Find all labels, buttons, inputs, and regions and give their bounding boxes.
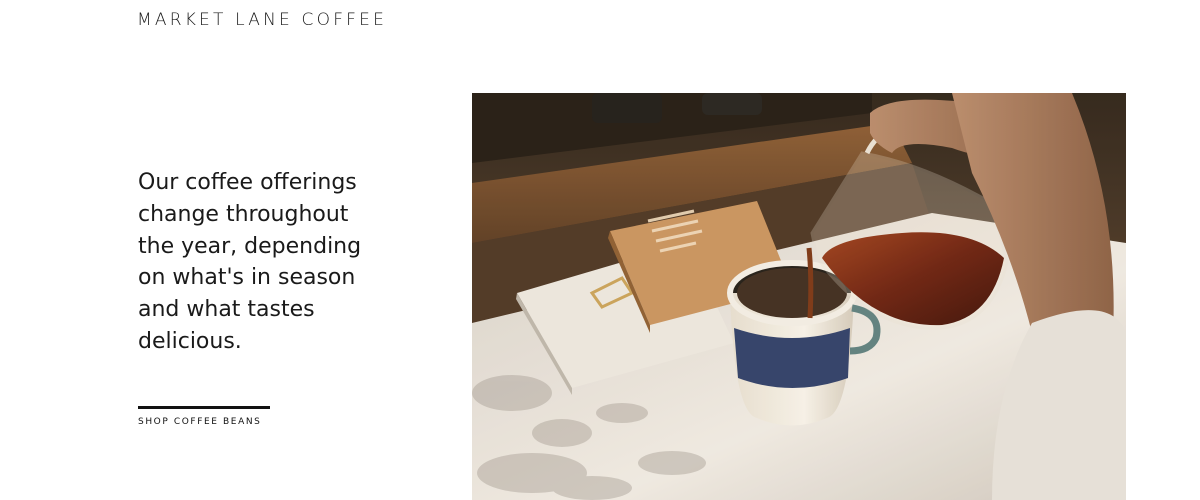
brand-logo[interactable]: MARKET LANE COFFEE xyxy=(137,10,387,30)
hero-body-text: Our coffee offerings change throughout t… xyxy=(138,170,362,354)
hero-photo-coffee-pour xyxy=(472,93,1126,500)
shop-coffee-beans-link[interactable]: SHOP COFFEE BEANS xyxy=(138,406,270,427)
coffee-pour-illustration xyxy=(472,93,1126,500)
